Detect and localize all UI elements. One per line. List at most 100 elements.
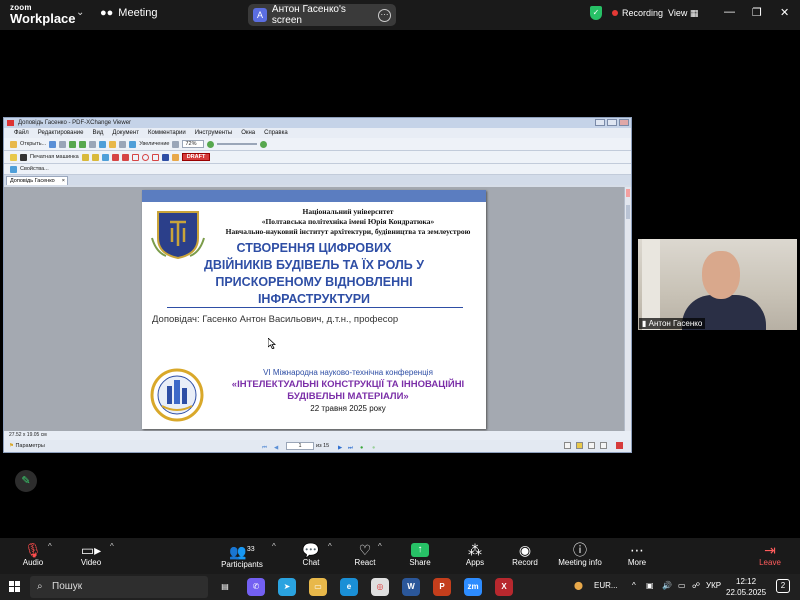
- annotate-pencil-icon[interactable]: ✎: [15, 470, 37, 492]
- language-indicator[interactable]: УКР: [706, 581, 721, 590]
- prev-page-icon[interactable]: ◀: [274, 442, 281, 451]
- word-icon[interactable]: W: [402, 578, 420, 596]
- line-icon[interactable]: [111, 153, 119, 161]
- menu-view[interactable]: Вид: [92, 128, 103, 138]
- record-button[interactable]: ◉ Record: [508, 542, 542, 567]
- zoom-in-icon[interactable]: [206, 140, 214, 148]
- text-box-icon[interactable]: [81, 153, 89, 161]
- chrome-icon[interactable]: ◎: [371, 578, 389, 596]
- menu-tools[interactable]: Инструменты: [195, 128, 232, 138]
- facing-icon[interactable]: [588, 442, 595, 449]
- participants-button[interactable]: 👥33 Participants: [220, 542, 264, 569]
- viber-icon[interactable]: ✆: [247, 578, 265, 596]
- minimize-icon[interactable]: —: [724, 6, 735, 18]
- hand-tool-icon[interactable]: [109, 140, 117, 148]
- ellipse-icon[interactable]: [141, 153, 149, 161]
- audio-options-chevron-icon[interactable]: ^: [48, 542, 52, 551]
- first-page-icon[interactable]: ⏮: [262, 442, 269, 451]
- arrow-icon[interactable]: [121, 153, 129, 161]
- comment-icon[interactable]: [10, 153, 17, 161]
- zoom-tool-icon[interactable]: [129, 140, 137, 148]
- single-page-icon[interactable]: [564, 442, 571, 449]
- zoom-label[interactable]: Увеличение: [139, 141, 169, 147]
- continuous-icon[interactable]: [576, 442, 583, 449]
- screen-share-indicator[interactable]: A Антон Гасенко's screen ···: [248, 4, 396, 26]
- edge-icon[interactable]: e: [340, 578, 358, 596]
- leave-button[interactable]: ⇥ Leave: [754, 542, 786, 567]
- more-options-icon[interactable]: ···: [378, 8, 391, 22]
- pencil-icon[interactable]: [171, 153, 179, 161]
- scroll-up-icon[interactable]: [626, 189, 630, 197]
- zoom-app-icon[interactable]: zm: [464, 578, 482, 596]
- notifications-badge[interactable]: 2: [776, 579, 790, 593]
- taskbar-clock[interactable]: 12:12 22.05.2025: [726, 576, 766, 598]
- more-button[interactable]: ⋯ More: [622, 542, 652, 567]
- zoom-slider[interactable]: [216, 143, 257, 145]
- rectangle-icon[interactable]: [131, 153, 139, 161]
- typewriter-icon[interactable]: [20, 153, 27, 161]
- meeting-menu[interactable]: ●● Meeting: [100, 7, 157, 19]
- go-back-icon[interactable]: ●: [360, 442, 367, 451]
- next-page-icon[interactable]: ▶: [338, 442, 345, 451]
- battery-icon[interactable]: ▭: [678, 581, 686, 590]
- pdf-xchange-icon[interactable]: X: [495, 578, 513, 596]
- typewriter-label[interactable]: Печатная машинка: [30, 154, 79, 160]
- volume-icon[interactable]: 🔊: [662, 581, 672, 590]
- menu-comments[interactable]: Комментарии: [148, 128, 186, 138]
- save-icon[interactable]: [49, 140, 57, 148]
- audio-button[interactable]: 🎙 Audio: [16, 542, 50, 567]
- video-button[interactable]: ▭▸ Video: [74, 542, 108, 567]
- zoom-workplace-logo[interactable]: zoom Workplace: [10, 4, 76, 26]
- select-text-icon[interactable]: [99, 140, 107, 148]
- back-icon[interactable]: [79, 140, 87, 148]
- restore-icon[interactable]: ❐: [752, 6, 762, 19]
- snapshot-icon[interactable]: [119, 140, 127, 148]
- currency-widget[interactable]: EUR...: [594, 581, 618, 590]
- fit-page-icon[interactable]: [172, 140, 180, 148]
- scroll-thumb[interactable]: [626, 205, 630, 219]
- tab-close-icon[interactable]: ×: [62, 177, 65, 185]
- participants-options-chevron-icon[interactable]: ^: [272, 542, 276, 551]
- menu-file[interactable]: Файл: [14, 128, 29, 138]
- document-tab[interactable]: Доповідь Гасенко ×: [6, 176, 68, 185]
- facing-continuous-icon[interactable]: [600, 442, 607, 449]
- refresh-icon[interactable]: [69, 140, 77, 148]
- zoom-value-box[interactable]: 72%: [182, 140, 204, 148]
- video-options-chevron-icon[interactable]: ^: [110, 542, 114, 551]
- apps-button[interactable]: ⁂ Apps: [460, 542, 490, 567]
- pin-icon[interactable]: [161, 153, 169, 161]
- menu-document[interactable]: Документ: [112, 128, 139, 138]
- show-hidden-icons-chevron-icon[interactable]: ^: [632, 581, 636, 590]
- open-folder-icon[interactable]: [10, 140, 17, 148]
- zoom-out-icon[interactable]: [259, 140, 267, 148]
- windows-start-icon[interactable]: [9, 581, 21, 593]
- chevron-down-icon[interactable]: ⌄: [76, 7, 84, 18]
- highlight-icon[interactable]: [101, 153, 109, 161]
- pdf-page-area[interactable]: Національний університет «Полтавська пол…: [4, 187, 631, 431]
- task-view-icon[interactable]: ▤: [216, 578, 234, 596]
- react-options-chevron-icon[interactable]: ^: [378, 542, 382, 551]
- powerpoint-icon[interactable]: P: [433, 578, 451, 596]
- display-icon[interactable]: ▣: [646, 581, 654, 590]
- print-icon[interactable]: [59, 140, 67, 148]
- view-menu[interactable]: View ▦: [668, 8, 698, 19]
- menu-help[interactable]: Справка: [264, 128, 288, 138]
- pdf-close-icon[interactable]: [619, 119, 629, 126]
- security-shield-icon[interactable]: ✓: [590, 6, 602, 20]
- properties-icon[interactable]: [10, 165, 17, 173]
- share-button[interactable]: ↑ Share: [404, 542, 436, 567]
- taskbar-search-box[interactable]: ⌕ Пошук: [30, 576, 208, 598]
- last-page-icon[interactable]: ⏭: [348, 442, 355, 451]
- properties-button[interactable]: Свойства...: [20, 166, 49, 172]
- network-icon[interactable]: ☍: [692, 581, 700, 590]
- menu-windows[interactable]: Окна: [241, 128, 255, 138]
- pdf-minimize-icon[interactable]: [595, 119, 605, 126]
- recording-indicator[interactable]: Recording: [612, 8, 663, 18]
- go-forward-icon[interactable]: ●: [372, 442, 379, 451]
- react-button[interactable]: ♡ React: [350, 542, 380, 567]
- pdf-vertical-scrollbar[interactable]: [624, 187, 631, 431]
- close-icon[interactable]: ✕: [780, 6, 789, 19]
- draft-stamp[interactable]: DRAFT: [181, 153, 211, 161]
- chat-button[interactable]: 💬 Chat: [296, 542, 326, 567]
- file-explorer-icon[interactable]: ▭: [309, 578, 327, 596]
